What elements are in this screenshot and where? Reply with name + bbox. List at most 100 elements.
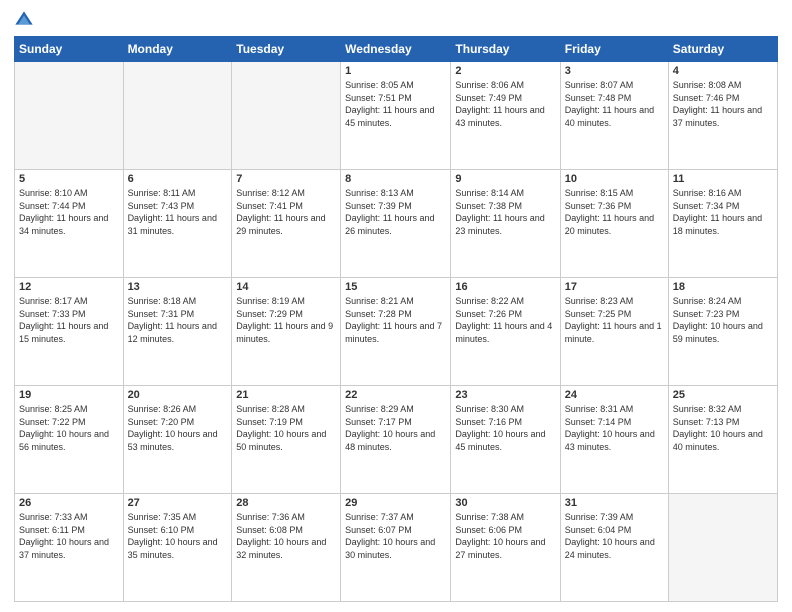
day-number: 2 — [455, 65, 555, 77]
day-header-tuesday: Tuesday — [232, 37, 341, 62]
day-cell-12: 12Sunrise: 8:17 AM Sunset: 7:33 PM Dayli… — [15, 278, 124, 386]
day-number: 22 — [345, 389, 446, 401]
day-number: 3 — [565, 65, 664, 77]
day-cell-1: 1 Sunrise: 8:05 AM Sunset: 7:51 PM Daylig… — [341, 62, 451, 170]
day-info: Sunrise: 8:28 AM Sunset: 7:19 PM Dayligh… — [236, 403, 336, 453]
day-cell-27: 27Sunrise: 7:35 AM Sunset: 6:10 PM Dayli… — [123, 494, 232, 602]
day-info: Sunrise: 8:14 AM Sunset: 7:38 PM Dayligh… — [455, 187, 555, 237]
day-info: Sunrise: 8:30 AM Sunset: 7:16 PM Dayligh… — [455, 403, 555, 453]
calendar-header-row: SundayMondayTuesdayWednesdayThursdayFrid… — [15, 37, 778, 62]
day-number: 31 — [565, 497, 664, 509]
day-cell-24: 24 Sunrise: 8:31 AM Sunset: 7:14 PM Dayli… — [560, 386, 668, 494]
day-info: Sunrise: 7:33 AM Sunset: 6:11 PM Dayligh… — [19, 511, 119, 561]
day-cell-25: 25 Sunrise: 8:32 AM Sunset: 7:13 PM Dayli… — [668, 386, 777, 494]
day-number: 25 — [673, 389, 773, 401]
day-info: Sunrise: 8:13 AM Sunset: 7:39 PM Dayligh… — [345, 187, 446, 237]
logo — [14, 10, 38, 30]
day-number: 28 — [236, 497, 336, 509]
day-cell-14: 14 Sunrise: 8:19 AM Sunset: 7:29 PM Dayli… — [232, 278, 341, 386]
day-number: 1 — [345, 65, 446, 77]
week-row-5: 26 Sunrise: 7:33 AM Sunset: 6:11 PM Dayli… — [15, 494, 778, 602]
day-info: Sunrise: 8:15 AM Sunset: 7:36 PM Dayligh… — [565, 187, 664, 237]
day-info: Sunrise: 8:24 AM Sunset: 7:23 PM Dayligh… — [673, 295, 773, 345]
day-cell-19: 19Sunrise: 8:25 AM Sunset: 7:22 PM Dayli… — [15, 386, 124, 494]
day-number: 11 — [673, 173, 773, 185]
day-info: Sunrise: 8:08 AM Sunset: 7:46 PM Dayligh… — [673, 79, 773, 129]
day-number: 9 — [455, 173, 555, 185]
day-header-wednesday: Wednesday — [341, 37, 451, 62]
day-cell-8: 8 Sunrise: 8:13 AM Sunset: 7:39 PM Daylig… — [341, 170, 451, 278]
day-number: 14 — [236, 281, 336, 293]
day-cell-29: 29Sunrise: 7:37 AM Sunset: 6:07 PM Dayli… — [341, 494, 451, 602]
day-number: 30 — [455, 497, 555, 509]
day-info: Sunrise: 8:25 AM Sunset: 7:22 PM Dayligh… — [19, 403, 119, 453]
day-info: Sunrise: 8:29 AM Sunset: 7:17 PM Dayligh… — [345, 403, 446, 453]
day-cell-9: 9 Sunrise: 8:14 AM Sunset: 7:38 PM Daylig… — [451, 170, 560, 278]
day-cell-11: 11 Sunrise: 8:16 AM Sunset: 7:34 PM Dayli… — [668, 170, 777, 278]
day-cell-31: 31 Sunrise: 7:39 AM Sunset: 6:04 PM Dayli… — [560, 494, 668, 602]
day-info: Sunrise: 8:18 AM Sunset: 7:31 PM Dayligh… — [128, 295, 228, 345]
day-cell-15: 15 Sunrise: 8:21 AM Sunset: 7:28 PM Dayli… — [341, 278, 451, 386]
day-cell-17: 17 Sunrise: 8:23 AM Sunset: 7:25 PM Dayli… — [560, 278, 668, 386]
day-info: Sunrise: 8:22 AM Sunset: 7:26 PM Dayligh… — [455, 295, 555, 345]
empty-cell — [668, 494, 777, 602]
day-number: 21 — [236, 389, 336, 401]
day-info: Sunrise: 8:16 AM Sunset: 7:34 PM Dayligh… — [673, 187, 773, 237]
day-header-sunday: Sunday — [15, 37, 124, 62]
day-number: 5 — [19, 173, 119, 185]
day-cell-23: 23Sunrise: 8:30 AM Sunset: 7:16 PM Dayli… — [451, 386, 560, 494]
day-number: 7 — [236, 173, 336, 185]
calendar-table: SundayMondayTuesdayWednesdayThursdayFrid… — [14, 36, 778, 602]
empty-cell — [232, 62, 341, 170]
day-info: Sunrise: 7:38 AM Sunset: 6:06 PM Dayligh… — [455, 511, 555, 561]
day-header-monday: Monday — [123, 37, 232, 62]
day-info: Sunrise: 8:06 AM Sunset: 7:49 PM Dayligh… — [455, 79, 555, 129]
day-cell-2: 2 Sunrise: 8:06 AM Sunset: 7:49 PM Daylig… — [451, 62, 560, 170]
day-number: 8 — [345, 173, 446, 185]
week-row-1: 1 Sunrise: 8:05 AM Sunset: 7:51 PM Daylig… — [15, 62, 778, 170]
day-cell-5: 5 Sunrise: 8:10 AM Sunset: 7:44 PM Daylig… — [15, 170, 124, 278]
day-number: 20 — [128, 389, 228, 401]
day-info: Sunrise: 7:36 AM Sunset: 6:08 PM Dayligh… — [236, 511, 336, 561]
day-info: Sunrise: 8:21 AM Sunset: 7:28 PM Dayligh… — [345, 295, 446, 345]
day-number: 24 — [565, 389, 664, 401]
day-cell-7: 7 Sunrise: 8:12 AM Sunset: 7:41 PM Daylig… — [232, 170, 341, 278]
day-info: Sunrise: 8:05 AM Sunset: 7:51 PM Dayligh… — [345, 79, 446, 129]
day-header-thursday: Thursday — [451, 37, 560, 62]
week-row-4: 19Sunrise: 8:25 AM Sunset: 7:22 PM Dayli… — [15, 386, 778, 494]
day-info: Sunrise: 8:19 AM Sunset: 7:29 PM Dayligh… — [236, 295, 336, 345]
day-number: 26 — [19, 497, 119, 509]
day-info: Sunrise: 8:12 AM Sunset: 7:41 PM Dayligh… — [236, 187, 336, 237]
week-row-3: 12Sunrise: 8:17 AM Sunset: 7:33 PM Dayli… — [15, 278, 778, 386]
day-info: Sunrise: 8:31 AM Sunset: 7:14 PM Dayligh… — [565, 403, 664, 453]
day-info: Sunrise: 7:39 AM Sunset: 6:04 PM Dayligh… — [565, 511, 664, 561]
day-info: Sunrise: 8:23 AM Sunset: 7:25 PM Dayligh… — [565, 295, 664, 345]
day-number: 16 — [455, 281, 555, 293]
day-info: Sunrise: 8:26 AM Sunset: 7:20 PM Dayligh… — [128, 403, 228, 453]
empty-cell — [123, 62, 232, 170]
empty-cell — [15, 62, 124, 170]
day-number: 12 — [19, 281, 119, 293]
day-cell-13: 13Sunrise: 8:18 AM Sunset: 7:31 PM Dayli… — [123, 278, 232, 386]
day-number: 4 — [673, 65, 773, 77]
day-info: Sunrise: 8:07 AM Sunset: 7:48 PM Dayligh… — [565, 79, 664, 129]
day-cell-6: 6Sunrise: 8:11 AM Sunset: 7:43 PM Daylig… — [123, 170, 232, 278]
day-cell-10: 10 Sunrise: 8:15 AM Sunset: 7:36 PM Dayli… — [560, 170, 668, 278]
day-info: Sunrise: 8:10 AM Sunset: 7:44 PM Dayligh… — [19, 187, 119, 237]
day-number: 15 — [345, 281, 446, 293]
day-header-friday: Friday — [560, 37, 668, 62]
day-cell-16: 16 Sunrise: 8:22 AM Sunset: 7:26 PM Dayli… — [451, 278, 560, 386]
day-cell-20: 20 Sunrise: 8:26 AM Sunset: 7:20 PM Dayli… — [123, 386, 232, 494]
day-number: 27 — [128, 497, 228, 509]
day-cell-22: 22 Sunrise: 8:29 AM Sunset: 7:17 PM Dayli… — [341, 386, 451, 494]
day-number: 18 — [673, 281, 773, 293]
day-cell-28: 28 Sunrise: 7:36 AM Sunset: 6:08 PM Dayli… — [232, 494, 341, 602]
day-cell-30: 30 Sunrise: 7:38 AM Sunset: 6:06 PM Dayli… — [451, 494, 560, 602]
day-cell-26: 26 Sunrise: 7:33 AM Sunset: 6:11 PM Dayli… — [15, 494, 124, 602]
day-number: 10 — [565, 173, 664, 185]
day-info: Sunrise: 8:32 AM Sunset: 7:13 PM Dayligh… — [673, 403, 773, 453]
header — [14, 10, 778, 30]
day-header-saturday: Saturday — [668, 37, 777, 62]
day-info: Sunrise: 7:37 AM Sunset: 6:07 PM Dayligh… — [345, 511, 446, 561]
day-number: 17 — [565, 281, 664, 293]
